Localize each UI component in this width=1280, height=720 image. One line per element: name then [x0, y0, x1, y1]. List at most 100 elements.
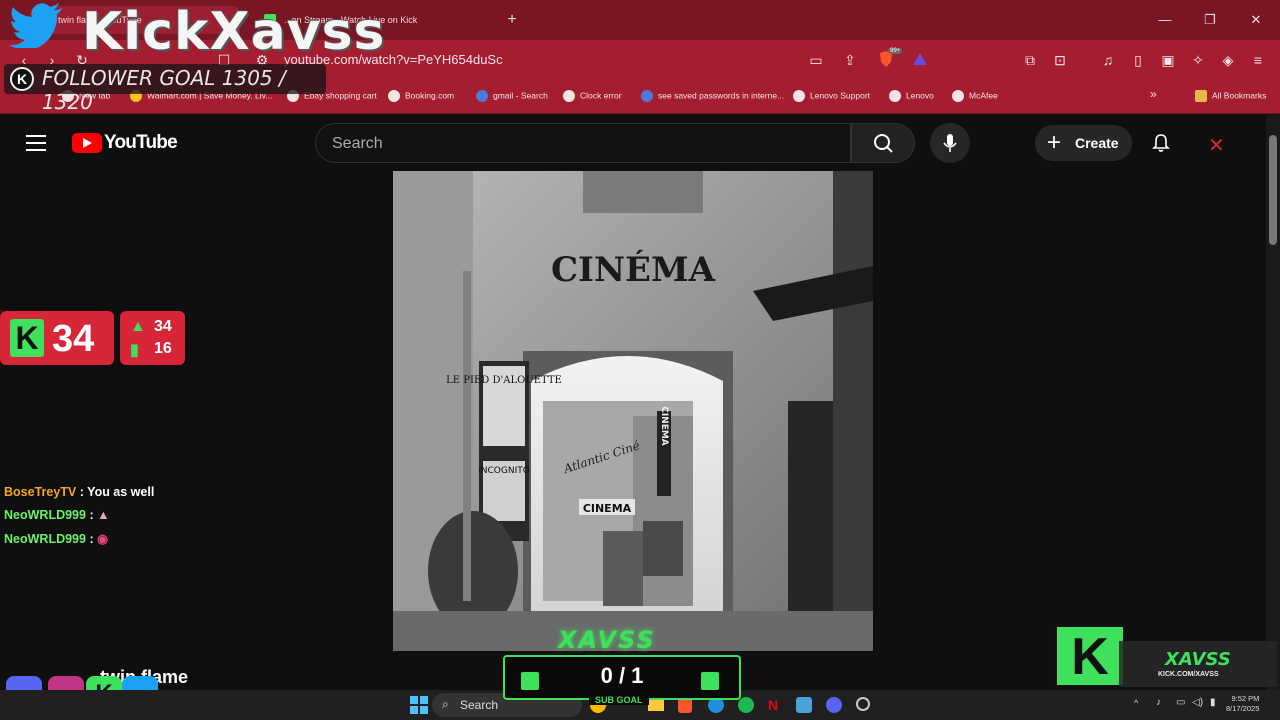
- stats-widget: ▲ 34 ▮ 16: [120, 311, 185, 365]
- xavss-logo: XAVSS: [558, 626, 656, 654]
- menu-icon[interactable]: ≡: [1248, 50, 1268, 70]
- chat-username: BoseTreyTV: [4, 485, 77, 499]
- leo-ai-icon[interactable]: ✧: [1188, 50, 1208, 70]
- voice-search-button[interactable]: [930, 123, 970, 163]
- hamburger-menu-icon[interactable]: [26, 135, 46, 151]
- avatar[interactable]: ✕: [1208, 133, 1225, 158]
- search-input[interactable]: Search: [315, 123, 851, 163]
- taskbar-search-label: Search: [460, 698, 499, 712]
- follower-goal-bar: K FOLLOWER GOAL 1305 / 1320: [4, 64, 326, 114]
- channel-brand-box: K XAVSS KICK.COM/XAVSS: [1055, 625, 1277, 690]
- vpn-icon[interactable]: ◈: [1218, 50, 1238, 70]
- reader-icon[interactable]: ⊡: [1050, 50, 1070, 70]
- rewards-icon[interactable]: [910, 50, 930, 70]
- bookmark-item[interactable]: Lenovo Support: [793, 90, 870, 102]
- viewer-count-widget: K 34: [0, 311, 114, 365]
- plus-icon: +: [1047, 129, 1062, 156]
- bookmark-item[interactable]: gmail - Search: [476, 90, 548, 102]
- chat-message: NeoWRLD999 : ▲: [4, 508, 110, 522]
- shield-badge: 99+: [888, 48, 903, 54]
- channel-title: KickXavss: [82, 2, 386, 62]
- app-icon[interactable]: [856, 697, 870, 711]
- chevron-up-icon[interactable]: ^: [1134, 698, 1138, 708]
- viewer-count: 34: [52, 318, 95, 360]
- youtube-header: YouTube Search + Create ✕: [0, 115, 1266, 171]
- globe-icon: [952, 90, 964, 102]
- app-icon[interactable]: [796, 697, 812, 713]
- discord-icon[interactable]: [826, 697, 842, 713]
- bar-chart-icon: ▮: [130, 342, 139, 359]
- battery-icon[interactable]: ▮: [1210, 697, 1216, 708]
- youtube-logo-icon[interactable]: [72, 133, 102, 153]
- emote-icon: ▲: [97, 508, 110, 522]
- microphone-icon[interactable]: ♪: [1156, 697, 1161, 708]
- cinema-sign: CINÉMA: [551, 249, 716, 290]
- youtube-logo-text[interactable]: YouTube: [104, 132, 178, 154]
- notifications-bell-icon[interactable]: [1150, 132, 1172, 159]
- restore-icon[interactable]: ❐: [1200, 10, 1220, 30]
- kick-logo-icon: K: [10, 67, 34, 91]
- brand-name: XAVSS: [1165, 649, 1231, 670]
- incognito-sign: INCOGNITO: [478, 466, 530, 476]
- more-bookmarks-icon[interactable]: »: [1150, 87, 1157, 101]
- page-scrollbar[interactable]: [1266, 115, 1280, 690]
- sidebar-icon[interactable]: ▯: [1128, 50, 1148, 70]
- arrow-up-icon: ▲: [130, 318, 146, 335]
- stat-up-value: 34: [154, 318, 172, 335]
- gift-icon: [701, 672, 719, 690]
- chat-username: NeoWRLD999: [4, 508, 86, 522]
- globe-icon: [889, 90, 901, 102]
- clock-date: 8/17/2025: [1226, 704, 1260, 713]
- chat-username: NeoWRLD999: [4, 532, 86, 546]
- folder-icon: [1195, 90, 1207, 102]
- video-frame-image: CINÉMA LE PIED D'ALOUETTE INCOGNITO Atla…: [393, 171, 873, 651]
- create-label: Create: [1075, 135, 1119, 151]
- volume-icon[interactable]: ◁): [1192, 697, 1203, 708]
- bookmark-item[interactable]: Lenovo: [889, 90, 934, 102]
- search-icon: ⌕: [442, 697, 449, 711]
- microphone-icon: [943, 134, 957, 152]
- wallet-icon[interactable]: ▣: [1158, 50, 1178, 70]
- kick-logo-icon: K: [1055, 625, 1125, 687]
- search-icon: [874, 134, 893, 153]
- extensions-icon[interactable]: ⧉: [1020, 50, 1040, 70]
- bookmark-item[interactable]: McAfee: [952, 90, 998, 102]
- cinema-small-sign: CINEMA: [583, 502, 632, 515]
- new-tab-button[interactable]: +: [502, 10, 522, 30]
- search-icon: [476, 90, 488, 102]
- music-icon[interactable]: ♫: [1098, 50, 1118, 70]
- bookmark-item[interactable]: Clock error: [563, 90, 622, 102]
- bookmark-item[interactable]: Booking.com: [388, 90, 454, 102]
- bookmark-item[interactable]: see saved passwords in interne...: [641, 90, 784, 102]
- booking-icon: [388, 90, 400, 102]
- minimize-icon[interactable]: —: [1155, 10, 1175, 30]
- create-button[interactable]: + Create: [1035, 125, 1132, 161]
- stat-chart-value: 16: [154, 340, 172, 357]
- shop-sign: LE PIED D'ALOUETTE: [446, 375, 562, 386]
- chat-message: NeoWRLD999 : ◉: [4, 532, 108, 546]
- twitter-bird-icon: [9, 2, 64, 53]
- video-player[interactable]: CINÉMA LE PIED D'ALOUETTE INCOGNITO Atla…: [393, 171, 873, 651]
- cinema-vertical-sign: CINEMA: [659, 406, 669, 446]
- follower-goal-text: FOLLOWER GOAL 1305 / 1320: [42, 66, 286, 114]
- chat-text: You as well: [87, 485, 155, 499]
- search-icon: [641, 90, 653, 102]
- brand-url: KICK.COM/XAVSS: [1158, 671, 1219, 678]
- all-bookmarks[interactable]: All Bookmarks: [1195, 90, 1266, 102]
- network-icon[interactable]: ▭: [1176, 697, 1185, 708]
- windows-start-icon[interactable]: [410, 696, 428, 714]
- scrollbar-thumb[interactable]: [1269, 135, 1277, 245]
- kick-logo-icon: K: [10, 319, 44, 357]
- netflix-icon[interactable]: N: [768, 697, 778, 713]
- spotify-icon[interactable]: [738, 697, 754, 713]
- globe-icon: [793, 90, 805, 102]
- sub-goal-label: SUB GOAL: [589, 695, 649, 705]
- close-window-icon[interactable]: ✕: [1246, 10, 1266, 30]
- search-button[interactable]: [851, 123, 915, 163]
- clock-icon: [563, 90, 575, 102]
- cast-icon[interactable]: ▭: [806, 50, 826, 70]
- share-icon[interactable]: ⇪: [840, 50, 860, 70]
- clock-time: 9:52 PM: [1231, 694, 1260, 703]
- taskbar-clock[interactable]: 9:52 PM 8/17/2025: [1226, 694, 1259, 714]
- emote-icon: ◉: [97, 532, 108, 546]
